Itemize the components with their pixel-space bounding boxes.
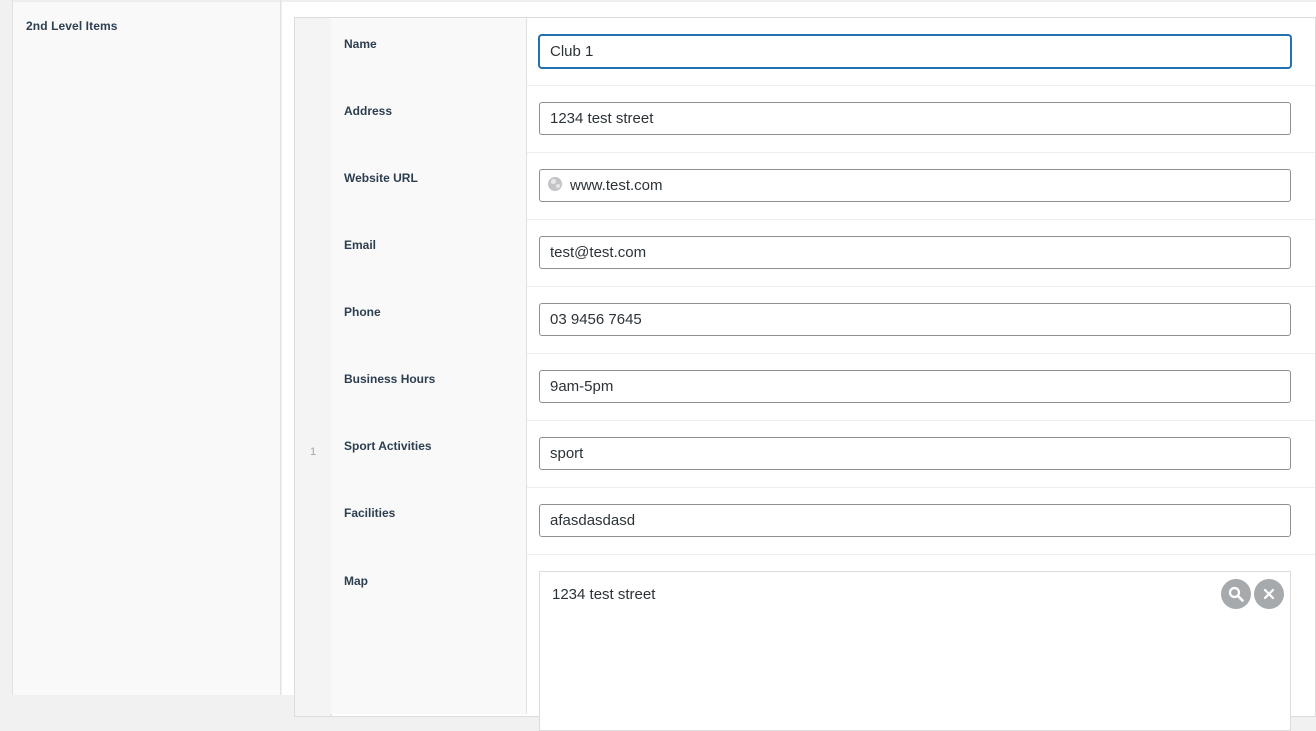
field-label-cell: Phone [331, 286, 527, 353]
field-row-business-hours: Business Hours [331, 353, 1315, 421]
field-row-sport-activities: Sport Activities [331, 420, 1315, 488]
field-row-address: Address [331, 85, 1315, 153]
field-label-cell: Website URL [331, 152, 527, 219]
map-search-value[interactable]: 1234 test street [552, 586, 655, 603]
map-search-bar[interactable]: 1234 test street [540, 572, 1290, 618]
field-label-cell: Business Hours [331, 353, 527, 420]
field-label: Facilities [344, 506, 396, 520]
field-label-cell: Facilities [331, 487, 527, 554]
website-url-input[interactable] [539, 169, 1291, 202]
field-label: Map [344, 574, 368, 588]
field-row-phone: Phone [331, 286, 1315, 354]
group-content-column: 1 Name Address Website URL [282, 0, 1316, 731]
phone-input[interactable] [539, 303, 1291, 336]
field-row-name: Name [331, 18, 1315, 86]
map-canvas[interactable] [540, 617, 1290, 730]
group-label-column: 2nd Level Items [12, 0, 281, 695]
field-label: Name [344, 37, 377, 51]
email-input[interactable] [539, 236, 1291, 269]
sport-activities-input[interactable] [539, 437, 1291, 470]
field-label: Business Hours [344, 372, 436, 386]
field-row-website: Website URL [331, 152, 1315, 220]
repeater-table: 1 Name Address Website URL [294, 17, 1316, 731]
field-label-cell: Email [331, 219, 527, 286]
row-handle[interactable]: 1 [295, 18, 332, 716]
google-map-field: 1234 test street [539, 571, 1291, 731]
business-hours-input[interactable] [539, 370, 1291, 403]
field-label: Sport Activities [344, 439, 432, 453]
field-label-cell: Map [331, 554, 527, 714]
field-label: Website URL [344, 171, 418, 185]
field-label-cell: Sport Activities [331, 420, 527, 487]
field-label: Email [344, 238, 377, 252]
field-label-cell: Name [331, 18, 527, 85]
section-label: 2nd Level Items [26, 19, 118, 33]
repeater-row-fields: Name Address Website URL [331, 18, 1315, 731]
divider [13, 0, 280, 2]
globe-icon [548, 177, 562, 191]
name-input[interactable] [539, 35, 1291, 68]
field-row-facilities: Facilities [331, 487, 1315, 555]
field-label-cell: Address [331, 85, 527, 152]
facilities-input[interactable] [539, 504, 1291, 537]
field-label: Address [344, 104, 393, 118]
divider [282, 0, 1316, 2]
field-label: Phone [344, 305, 381, 319]
close-icon[interactable] [1254, 579, 1284, 609]
row-number: 1 [309, 446, 317, 458]
address-input[interactable] [539, 102, 1291, 135]
field-row-email: Email [331, 219, 1315, 287]
field-row-map: Map 1234 test street [331, 554, 1315, 731]
website-url-wrapper [539, 169, 1291, 202]
search-icon[interactable] [1221, 579, 1251, 609]
